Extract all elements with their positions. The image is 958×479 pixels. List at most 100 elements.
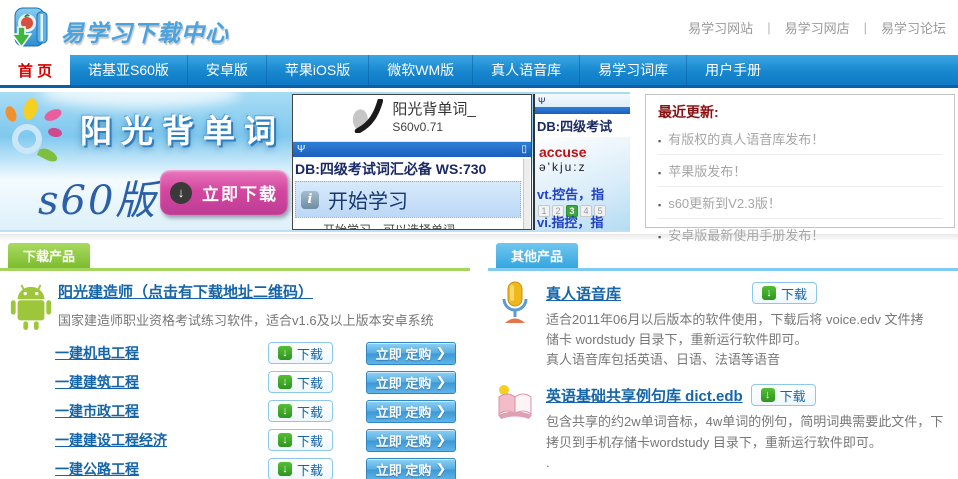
download-row-link[interactable]: 一建机电工程: [55, 343, 268, 363]
phone2-db-line: DB:四级考试: [535, 114, 630, 137]
top-links: 易学习网站 | 易学习网店 | 易学习论坛: [688, 18, 946, 37]
other-product-link[interactable]: 真人语音库: [546, 283, 744, 304]
phone-screenshot-1: 阳光背单词_ S60v0.71 Ψ ▯ DB:四级考试词汇必备 WS:730 i…: [292, 94, 532, 230]
download-arrow-icon: ↓: [761, 388, 775, 402]
download-button[interactable]: ↓ 下载: [268, 342, 333, 364]
top-link-store[interactable]: 易学习网店: [785, 18, 850, 37]
banner-download-button[interactable]: ↓ 立即下载: [160, 170, 288, 215]
other-product-description: 包含共享的约2w单词音标，4w单词的例句，简明词典需要此文件，下 拷贝到手机存储…: [546, 412, 958, 472]
downloads-section-line: [0, 268, 470, 271]
download-button[interactable]: ↓ 下载: [752, 282, 817, 304]
battery-icon: ▯: [521, 144, 527, 155]
download-button[interactable]: ↓ 下载: [751, 384, 816, 406]
download-arrow-icon: ↓: [278, 375, 292, 389]
nav-tab-manual[interactable]: 用户手册: [687, 55, 779, 85]
phone-screenshot-2: Ψ DB:四级考试 accuse ə'kju:z vt.控告，指 1 2 3 4…: [533, 94, 630, 230]
update-item[interactable]: ▪ 苹果版发布！: [658, 155, 942, 187]
other-product: 英语基础共享例句库 dict.edb ↓ 下载 包含共享的约2w单词音标，4w单…: [496, 383, 958, 472]
order-now-button[interactable]: 立即 定购 ❯: [366, 458, 456, 479]
chevron-right-icon: ❯: [435, 403, 446, 419]
header: 易学习下载中心 易学习网站 | 易学习网店 | 易学习论坛: [0, 0, 958, 55]
nav-tab-s60[interactable]: 诺基亚S60版: [70, 55, 188, 85]
phone1-scrollbar[interactable]: [523, 159, 530, 230]
nav-tab-ios[interactable]: 苹果iOS版: [267, 55, 369, 85]
logo[interactable]: 易学习下载中心: [8, 4, 229, 57]
download-row: 一建建设工程经济 ↓ 下载 立即 定购 ❯: [55, 429, 470, 451]
others-section-line: [488, 268, 958, 271]
info-icon: i: [301, 191, 319, 209]
download-row: 一建建筑工程 ↓ 下载 立即 定购 ❯: [55, 371, 470, 393]
antenna-icon: Ψ: [538, 96, 546, 106]
phone1-app-title: 阳光背单词_ S60v0.71: [392, 101, 475, 135]
banner-edition: s60版: [38, 168, 157, 226]
download-row-link[interactable]: 一建建设工程经济: [55, 430, 268, 450]
order-now-button[interactable]: 立即 定购 ❯: [366, 342, 456, 365]
link-separator: |: [864, 20, 867, 35]
downloads-column: 下载产品: [0, 243, 470, 479]
phone2-titlebar: [535, 107, 630, 114]
bullet-icon: ▪: [658, 136, 661, 146]
download-arrow-icon: ↓: [278, 346, 292, 360]
phone1-db-line: DB:四级考试词汇必备 WS:730: [293, 157, 531, 180]
link-separator: |: [767, 20, 770, 35]
chevron-right-icon: ❯: [435, 374, 446, 390]
main-content: 下载产品: [0, 243, 958, 473]
other-product-description: 适合2011年06月以后版本的软件使用，下载后将 voice.edv 文件拷 储…: [546, 310, 958, 370]
phone1-menu-hint: 开始学习，可以选择单词: [293, 218, 531, 230]
other-product-link[interactable]: 英语基础共享例句库 dict.edb: [546, 385, 743, 406]
download-button[interactable]: ↓ 下载: [268, 400, 333, 422]
phone1-header: 阳光背单词_ S60v0.71: [293, 95, 531, 142]
download-button[interactable]: ↓ 下载: [268, 458, 333, 479]
order-now-button[interactable]: 立即 定购 ❯: [366, 371, 456, 394]
bullet-icon: ▪: [658, 232, 661, 242]
phone2-phonetic: ə'kju:z: [535, 160, 630, 174]
download-arrow-icon: ↓: [170, 182, 192, 204]
download-row: 一建机电工程 ↓ 下载 立即 定购 ❯: [55, 342, 470, 364]
nav-tab-android[interactable]: 安卓版: [188, 55, 267, 85]
downloads-section-tab: 下载产品: [8, 243, 90, 268]
app-logo-icon: [348, 99, 386, 138]
bullet-icon: ▪: [658, 168, 661, 178]
update-item[interactable]: ▪ s60更新到V2.3版！: [658, 187, 942, 219]
download-row-link[interactable]: 一建市政工程: [55, 401, 268, 421]
open-book-icon: [496, 383, 534, 426]
update-item[interactable]: ▪ 有版权的真人语音库发布！: [658, 123, 942, 155]
phone2-meaning-vi: vi.指控，指: [537, 212, 603, 230]
main-nav: 首 页 诺基亚S60版 安卓版 苹果iOS版 微软WM版 真人语音库 易学习词库…: [0, 55, 958, 88]
phone1-statusbar: Ψ ▯: [293, 142, 531, 157]
recent-updates-box: 最近更新: ▪ 有版权的真人语音库发布！ ▪ 苹果版发布！ ▪ s60更新到V2…: [645, 94, 955, 228]
download-button[interactable]: ↓ 下载: [268, 371, 333, 393]
nav-tab-home[interactable]: 首 页: [0, 55, 70, 85]
download-row-link[interactable]: 一建建筑工程: [55, 372, 268, 392]
download-row-link[interactable]: 一建公路工程: [55, 459, 268, 479]
site-title: 易学习下载中心: [61, 14, 229, 48]
others-column: 其他产品 真人语音库 ↓: [488, 243, 958, 479]
phone2-statusbar: Ψ: [535, 94, 630, 107]
nav-tab-voice[interactable]: 真人语音库: [473, 55, 580, 85]
product-link[interactable]: 阳光建造师（点击有下载地址二维码）: [58, 281, 313, 302]
others-section-tab: 其他产品: [496, 243, 578, 268]
android-icon: [8, 281, 54, 336]
download-arrow-icon: ↓: [278, 433, 292, 447]
nav-tab-wm[interactable]: 微软WM版: [369, 55, 473, 85]
banner: 阳光背单词 s60版 ↓ 立即下载 阳光背单词_ S60v0.71: [0, 92, 958, 232]
product-description: 国家建造师职业资格考试练习软件，适合v1.6及以上版本安卓系统: [58, 310, 470, 329]
download-row: 一建公路工程 ↓ 下载 立即 定购 ❯: [55, 458, 470, 479]
banner-title: 阳光背单词: [80, 106, 285, 152]
top-link-forum[interactable]: 易学习论坛: [881, 18, 946, 37]
top-link-website[interactable]: 易学习网站: [688, 18, 753, 37]
order-now-button[interactable]: 立即 定购 ❯: [366, 429, 456, 452]
download-arrow-icon: ↓: [762, 286, 776, 300]
phone2-word: accuse: [535, 137, 630, 160]
bullet-icon: ▪: [658, 200, 661, 210]
phone1-selected-menu[interactable]: i 开始学习: [295, 181, 521, 218]
chevron-right-icon: ❯: [435, 432, 446, 448]
download-button[interactable]: ↓ 下载: [268, 429, 333, 451]
nav-tab-dict[interactable]: 易学习词库: [580, 55, 687, 85]
download-row: 一建市政工程 ↓ 下载 立即 定购 ❯: [55, 400, 470, 422]
order-now-button[interactable]: 立即 定购 ❯: [366, 400, 456, 423]
download-arrow-icon: ↓: [278, 404, 292, 418]
backpack-download-icon: [8, 4, 54, 57]
antenna-icon: Ψ: [297, 144, 305, 155]
updates-title: 最近更新:: [658, 102, 942, 123]
